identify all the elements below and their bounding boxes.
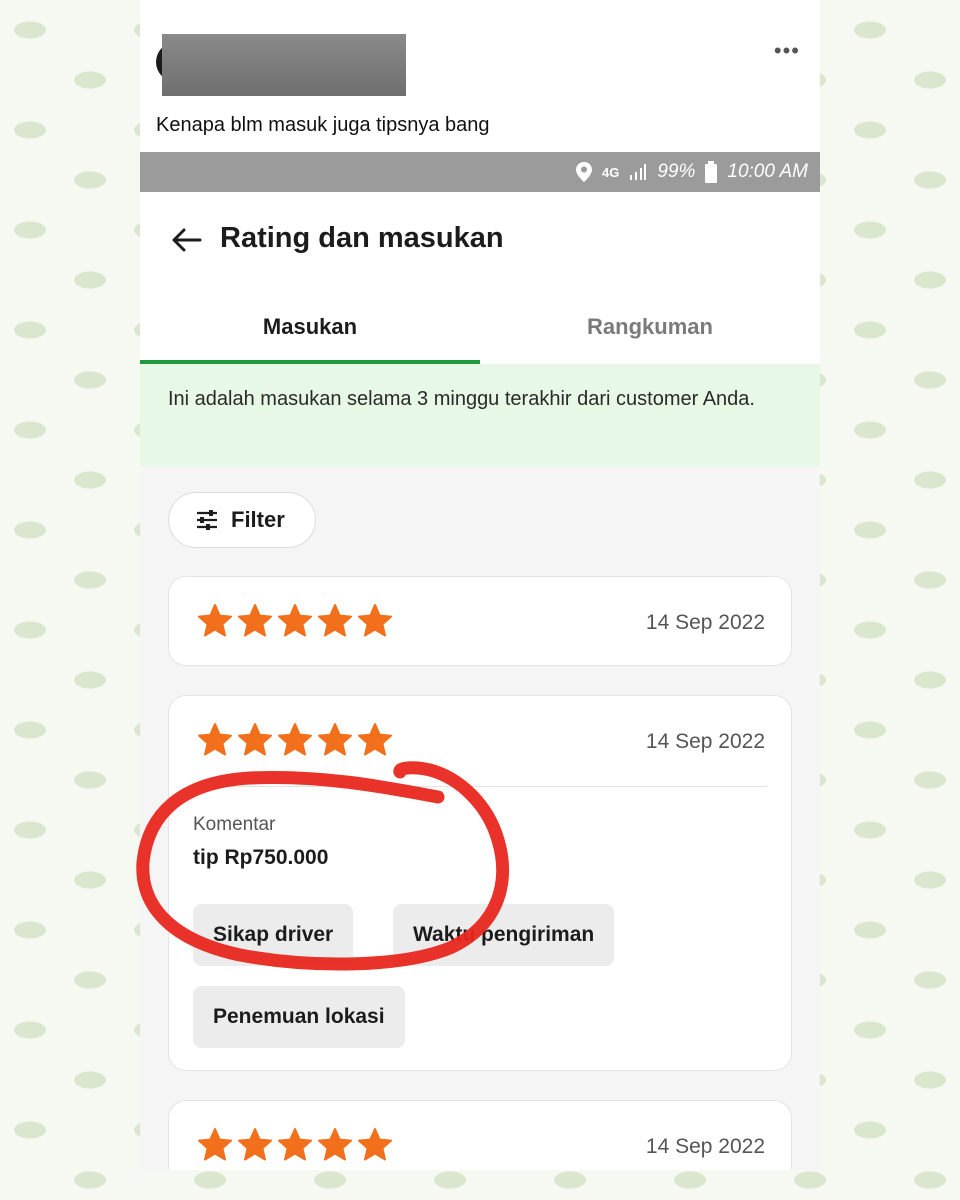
network-type: 4G [602,164,620,180]
star-rating [197,1127,393,1163]
star-icon [278,1128,312,1161]
battery-icon [705,161,718,183]
tab-masukan[interactable]: Masukan [140,290,480,364]
star-icon [318,604,352,637]
review-date: 14 Sep 2022 [645,611,765,634]
star-icon [198,723,232,756]
comment-label: Komentar [193,814,276,835]
comment-text: tip Rp750.000 [193,846,329,869]
filter-button[interactable]: Filter [168,492,316,548]
review-card[interactable]: 14 Sep 2022 [168,1100,792,1170]
feedback-tag: Sikap driver [193,904,354,966]
post-caption: Kenapa blm masuk juga tipsnya bang [156,114,490,136]
star-icon [278,604,312,637]
page-title: Rating dan masukan [220,222,504,254]
star-icon [278,723,312,756]
info-banner: Ini adalah masukan selama 3 minggu terak… [140,364,820,466]
star-icon [358,604,392,637]
star-icon [358,723,392,756]
divider [193,786,767,787]
signal-icon [630,164,647,180]
status-bar: 4G 99% 10:00 AM [140,152,820,192]
review-date: 14 Sep 2022 [645,1135,765,1158]
sliders-icon [197,510,217,530]
review-card[interactable]: 14 Sep 2022 Komentar tip Rp750.000 Sikap… [168,695,792,1071]
star-icon [358,1128,392,1161]
star-icon [198,604,232,637]
tab-bar: Masukan Rangkuman [140,290,820,364]
phone-screenshot: ••• Kenapa blm masuk juga tipsnya bang 4… [140,0,820,1170]
star-icon [318,723,352,756]
star-icon [318,1128,352,1161]
tab-rangkuman[interactable]: Rangkuman [480,290,820,364]
feedback-tag: Waktu pengiriman [393,904,615,966]
app-header: Rating dan masukan [140,192,820,290]
star-icon [198,1128,232,1161]
star-icon [238,1128,272,1161]
post-header: ••• Kenapa blm masuk juga tipsnya bang [140,0,820,152]
review-date: 14 Sep 2022 [645,730,765,753]
battery-percent: 99% [657,161,696,182]
redacted-username [162,34,406,96]
arrow-left-icon[interactable] [168,222,204,258]
more-dots-icon[interactable]: ••• [774,38,800,64]
review-card[interactable]: 14 Sep 2022 [168,576,792,666]
star-icon [238,604,272,637]
filter-label: Filter [231,507,285,532]
star-rating [197,603,393,639]
feedback-tag: Penemuan lokasi [193,986,405,1048]
star-icon [238,723,272,756]
star-rating [197,722,393,758]
location-pin-icon [576,162,592,182]
clock: 10:00 AM [727,161,808,182]
